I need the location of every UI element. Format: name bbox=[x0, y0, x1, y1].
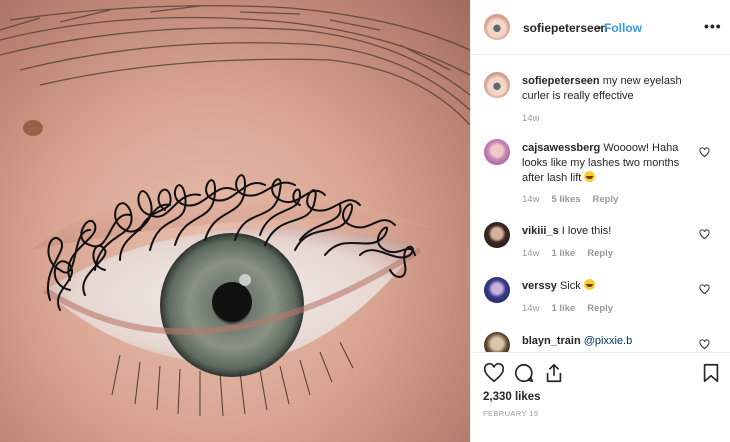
comment-likes[interactable]: 5 likes bbox=[551, 194, 580, 205]
author-username[interactable]: sofiepeterseen bbox=[523, 21, 608, 35]
laughing-emoji-icon bbox=[583, 279, 595, 290]
comment-text: vikiii_s I love this! bbox=[522, 224, 702, 239]
commenter-username[interactable]: vikiii_s bbox=[522, 225, 559, 237]
comment-time[interactable]: 14w bbox=[522, 248, 539, 259]
comment-time[interactable]: 14w bbox=[522, 303, 539, 314]
comment-time[interactable]: 14w bbox=[522, 194, 539, 205]
comment-likes[interactable]: 1 like bbox=[551, 248, 575, 259]
author-avatar[interactable] bbox=[484, 14, 510, 40]
comments-list[interactable]: sofiepeterseen my new eyelash curler is … bbox=[471, 55, 730, 352]
commenter-username[interactable]: blayn_train bbox=[522, 335, 581, 347]
caption-avatar[interactable] bbox=[484, 72, 510, 98]
action-bar: 2,330 likes FEBRUARY 15 bbox=[471, 352, 730, 442]
comment-heart-icon[interactable] bbox=[699, 284, 710, 295]
comment-meta: 14w 5 likes Reply bbox=[522, 194, 630, 205]
comment-body: Sick bbox=[559, 280, 581, 292]
comment-likes[interactable]: 1 like bbox=[551, 303, 575, 314]
commenter-username[interactable]: verssy bbox=[522, 280, 557, 292]
instagram-post: sofiepeterseen • Follow ••• sofiepeterse… bbox=[0, 0, 730, 442]
comment-text: verssy Sick bbox=[522, 279, 702, 294]
caption-time[interactable]: 14w bbox=[522, 113, 539, 124]
laughing-emoji-icon bbox=[584, 171, 596, 182]
commenter-avatar[interactable] bbox=[484, 277, 510, 303]
comment-icon[interactable] bbox=[513, 362, 535, 384]
comment-meta: 14w 1 like Reply bbox=[522, 303, 625, 314]
likes-count[interactable]: 2,330 likes bbox=[483, 391, 541, 403]
comment-text: blayn_train @pixxie.b bbox=[522, 334, 702, 349]
caption-username[interactable]: sofiepeterseen bbox=[522, 75, 600, 87]
commenter-avatar[interactable] bbox=[484, 222, 510, 248]
comment-meta: 14w 1 like Reply bbox=[522, 248, 625, 259]
bookmark-icon[interactable] bbox=[700, 362, 722, 384]
commenter-avatar[interactable] bbox=[484, 139, 510, 165]
comment-heart-icon[interactable] bbox=[699, 229, 710, 240]
post-date[interactable]: FEBRUARY 15 bbox=[483, 409, 538, 418]
separator-dot: • bbox=[597, 21, 602, 35]
comment-heart-icon[interactable] bbox=[699, 147, 710, 158]
follow-button[interactable]: Follow bbox=[604, 21, 642, 35]
comment-body: I love this! bbox=[561, 225, 612, 237]
comment-mention[interactable]: @pixxie.b bbox=[584, 335, 632, 347]
post-photo[interactable] bbox=[0, 0, 470, 442]
more-options-icon[interactable]: ••• bbox=[704, 18, 722, 34]
caption-text: sofiepeterseen my new eyelash curler is … bbox=[522, 74, 702, 104]
post-header: sofiepeterseen • Follow ••• bbox=[471, 0, 730, 55]
caption-meta: 14w bbox=[522, 113, 551, 124]
share-icon[interactable] bbox=[543, 362, 565, 384]
heart-icon[interactable] bbox=[483, 362, 505, 384]
post-sidebar: sofiepeterseen • Follow ••• sofiepeterse… bbox=[470, 0, 730, 442]
eye-closeup-image bbox=[0, 5, 470, 417]
comment-heart-icon[interactable] bbox=[699, 339, 710, 350]
reply-button[interactable]: Reply bbox=[587, 303, 613, 314]
comment-text: cajsawessberg Woooow! Haha looks like my… bbox=[522, 141, 702, 186]
commenter-username[interactable]: cajsawessberg bbox=[522, 142, 600, 154]
reply-button[interactable]: Reply bbox=[593, 194, 619, 205]
commenter-avatar[interactable] bbox=[484, 332, 510, 352]
reply-button[interactable]: Reply bbox=[587, 248, 613, 259]
